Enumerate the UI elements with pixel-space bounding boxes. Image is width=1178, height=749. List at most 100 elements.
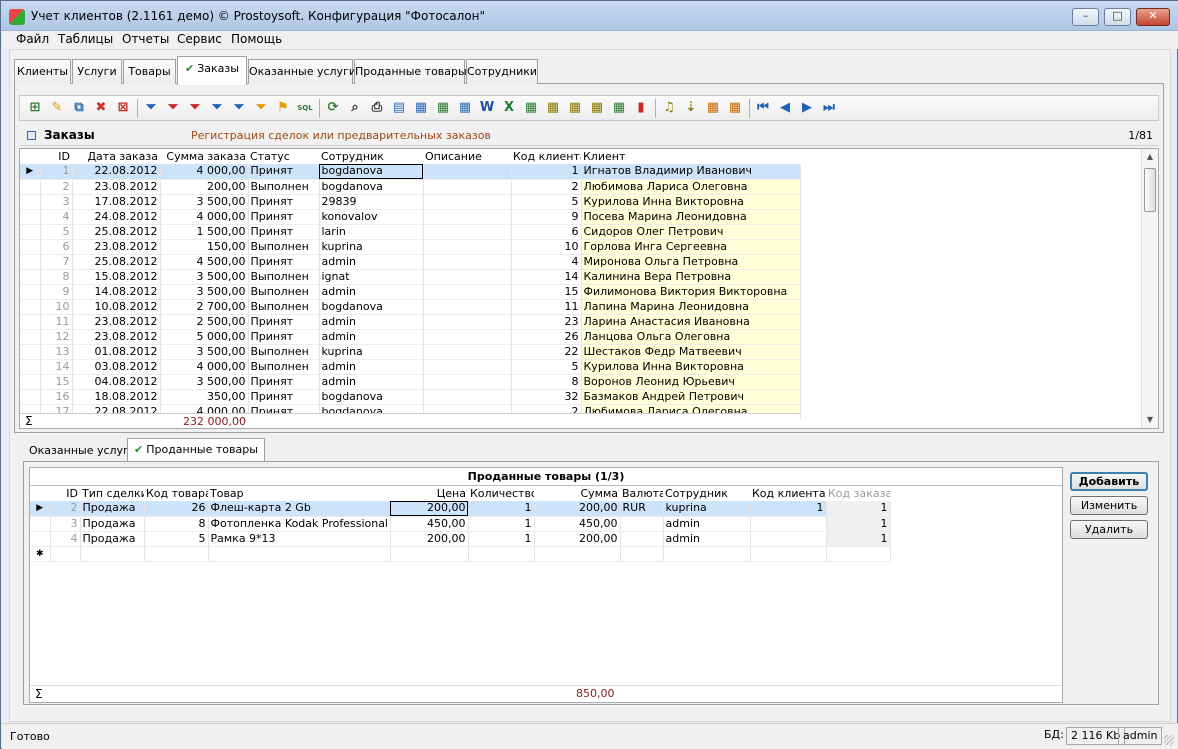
cell-client-code[interactable]: 9: [511, 209, 582, 225]
add-button[interactable]: Добавить: [1070, 472, 1148, 491]
column-header-id[interactable]: ID: [50, 486, 80, 501]
column-header-status[interactable]: Статус: [248, 149, 319, 164]
sold-products-grid[interactable]: Проданные товары (1/3) ID Тип сделки Код…: [29, 467, 1063, 703]
empty-cell[interactable]: [534, 546, 621, 562]
cell-product[interactable]: Рамка 9*13: [208, 531, 391, 547]
cell-sum[interactable]: 450,00: [534, 516, 621, 532]
export-rtf-icon[interactable]: ▦: [588, 99, 606, 117]
cell-client[interactable]: Курилова Инна Викторовна: [581, 359, 801, 375]
cell-description[interactable]: [423, 239, 512, 255]
table-row[interactable]: 12 23.08.2012 5 000,00 Принят admin 26 Ланцова…: [20, 329, 801, 345]
table-row[interactable]: 3 17.08.2012 3 500,00 Принят 29839 5 Курилова …: [20, 194, 801, 210]
cell-client-code[interactable]: 23: [511, 314, 582, 330]
export-xml-icon[interactable]: ▦: [456, 99, 474, 117]
cell-employee[interactable]: kuprina: [319, 239, 424, 255]
cell-client[interactable]: Курилова Инна Викторовна: [581, 194, 801, 210]
cell-sum[interactable]: 3 500,00: [160, 284, 249, 300]
cell-date[interactable]: 01.08.2012: [72, 344, 161, 360]
cell-status[interactable]: Принят: [248, 374, 320, 390]
table-row[interactable]: 7 25.08.2012 4 500,00 Принят admin 4 Миронова …: [20, 254, 801, 270]
cell-status[interactable]: Принят: [248, 224, 320, 240]
cell-status[interactable]: Выполнен: [248, 359, 320, 375]
cell-currency[interactable]: RUR: [620, 501, 664, 517]
cell-status[interactable]: Выполнен: [248, 269, 320, 285]
menu-help[interactable]: Помощь: [231, 32, 282, 46]
cell-description[interactable]: [423, 194, 512, 210]
cell-status[interactable]: Выполнен: [248, 284, 320, 300]
sql-query-icon[interactable]: SQL: [296, 99, 314, 117]
cell-quantity[interactable]: 1: [468, 501, 535, 517]
cell-status[interactable]: Принят: [248, 194, 320, 210]
cell-status[interactable]: Выполнен: [248, 239, 320, 255]
table-row[interactable]: 4 Продажа 5 Рамка 9*13 200,00 1 200,00 admin 1: [30, 531, 891, 547]
orders-grid[interactable]: ID Дата заказа Сумма заказа Статус Сотру…: [19, 148, 1159, 429]
cell-employee[interactable]: bogdanova: [319, 164, 424, 180]
cell-employee[interactable]: admin: [319, 359, 424, 375]
column-header-sum[interactable]: Сумма заказа: [160, 149, 248, 164]
cell-sum[interactable]: 150,00: [160, 239, 249, 255]
scroll-down-icon[interactable]: ▼: [1142, 412, 1158, 428]
cell-employee[interactable]: admin: [319, 284, 424, 300]
menu-tables[interactable]: Таблицы: [58, 32, 113, 46]
cell-client-code[interactable]: 22: [511, 344, 582, 360]
tab-services[interactable]: Услуги: [72, 59, 122, 84]
cell-client[interactable]: Филимонова Виктория Викторовна: [581, 284, 801, 300]
export-icon[interactable]: ▦: [412, 99, 430, 117]
sort-icon[interactable]: ⇣: [682, 99, 700, 117]
first-record-icon[interactable]: ⏮: [754, 99, 772, 117]
cell-date[interactable]: 23.08.2012: [72, 239, 161, 255]
cell-product[interactable]: Флеш-карта 2 Gb: [208, 501, 391, 517]
cell-price[interactable]: 450,00: [390, 516, 469, 532]
cell-client-code[interactable]: 4: [511, 254, 582, 270]
tab-provided-services-detail[interactable]: Оказанные услуги: [23, 440, 142, 461]
empty-cell[interactable]: [390, 546, 469, 562]
table-row[interactable]: 5 25.08.2012 1 500,00 Принят larin 6 Сидоров О…: [20, 224, 801, 240]
filter-icon[interactable]: ⏷: [142, 99, 160, 117]
cell-employee[interactable]: admin: [319, 374, 424, 390]
cell-price[interactable]: 200,00: [390, 531, 469, 547]
cell-date[interactable]: 03.08.2012: [72, 359, 161, 375]
vertical-scrollbar[interactable]: ▲ ▼: [1141, 149, 1158, 428]
cell-client-code[interactable]: 10: [511, 239, 582, 255]
print-preview-icon[interactable]: ▤: [390, 99, 408, 117]
filter-clear-icon[interactable]: ⏷: [186, 99, 204, 117]
column-header-employee[interactable]: Сотрудник: [319, 149, 423, 164]
cell-employee[interactable]: bogdanova: [319, 179, 424, 195]
edit-button[interactable]: Изменить: [1070, 496, 1148, 515]
cell-status[interactable]: Принят: [248, 314, 320, 330]
column-header-client[interactable]: Клиент: [581, 149, 800, 164]
cell-client-code[interactable]: [750, 516, 827, 532]
delete-record-icon[interactable]: ✖: [92, 99, 110, 117]
cell-status[interactable]: Выполнен: [248, 299, 320, 315]
cell-client-code[interactable]: 5: [511, 359, 582, 375]
cell-employee[interactable]: kuprina: [663, 501, 751, 517]
cell-description[interactable]: [423, 329, 512, 345]
cell-date[interactable]: 10.08.2012: [72, 299, 161, 315]
empty-cell[interactable]: [468, 546, 535, 562]
cell-employee[interactable]: konovalov: [319, 209, 424, 225]
chart-icon[interactable]: ▮: [632, 99, 650, 117]
column-header-client-code[interactable]: Код клиента: [511, 149, 581, 164]
cell-product-code[interactable]: 26: [144, 501, 209, 517]
cell-client-code[interactable]: 1: [511, 164, 582, 180]
table-row[interactable]: 8 15.08.2012 3 500,00 Выполнен ignat 14 Калини…: [20, 269, 801, 285]
export-csv-icon[interactable]: ▦: [522, 99, 540, 117]
export-word-icon[interactable]: W: [478, 99, 496, 117]
empty-cell[interactable]: [826, 546, 891, 562]
empty-cell[interactable]: [50, 546, 81, 562]
cell-client[interactable]: Воронов Леонид Юрьевич: [581, 374, 801, 390]
cell-client[interactable]: Любимова Лариса Олеговна: [581, 179, 801, 195]
minimize-button[interactable]: –: [1072, 8, 1099, 26]
filter-edit-icon[interactable]: ⏷: [208, 99, 226, 117]
cell-date[interactable]: 15.08.2012: [72, 269, 161, 285]
cell-sum[interactable]: 3 500,00: [160, 269, 249, 285]
cell-deal-type[interactable]: Продажа: [80, 516, 145, 532]
cell-employee[interactable]: ignat: [319, 269, 424, 285]
cell-employee[interactable]: admin: [319, 254, 424, 270]
cell-description[interactable]: [423, 224, 512, 240]
resize-grip-icon[interactable]: [1164, 735, 1174, 745]
delete-button[interactable]: Удалить: [1070, 520, 1148, 539]
cell-client-code[interactable]: 5: [511, 194, 582, 210]
cell-client[interactable]: Базмаков Андрей Петрович: [581, 389, 801, 405]
scroll-up-icon[interactable]: ▲: [1142, 149, 1158, 165]
